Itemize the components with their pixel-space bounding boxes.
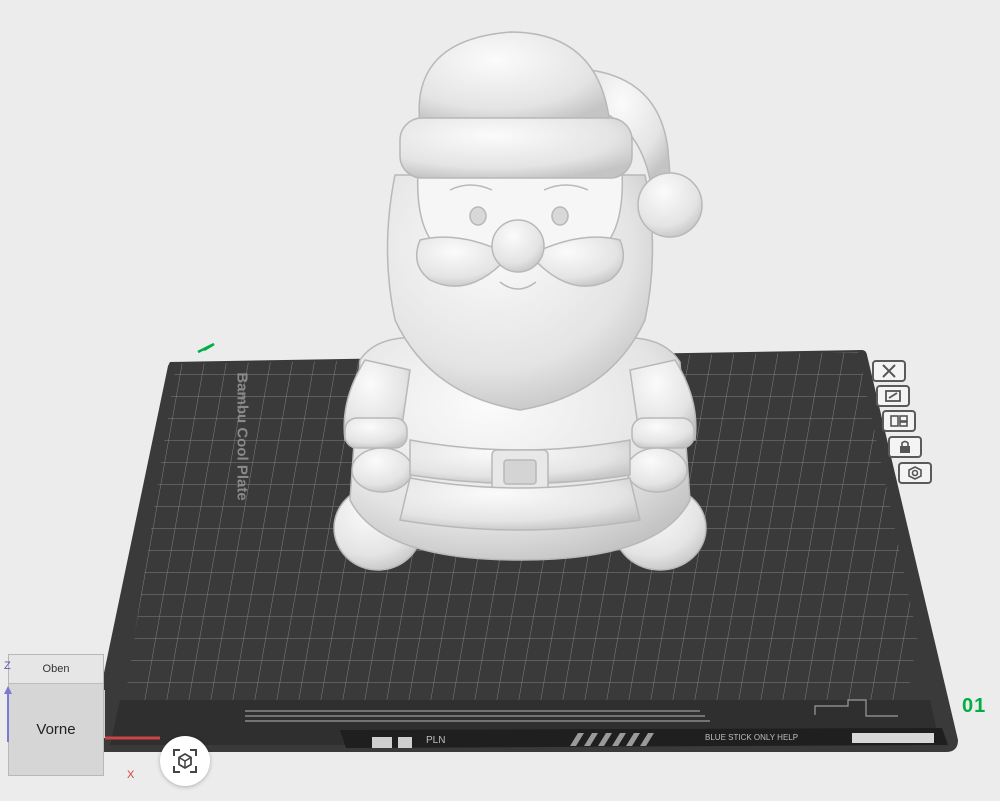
arrange-icon [890, 415, 908, 427]
plate-index: 01 [962, 695, 987, 717]
scene [89, 31, 958, 752]
plate-name-label: Bambu Cool Plate [233, 372, 251, 501]
plate-settings-button[interactable] [898, 462, 932, 484]
close-icon [882, 364, 896, 378]
fit-view-button[interactable] [160, 736, 210, 786]
plate-footer-text: PLN [426, 735, 446, 746]
settings-icon [908, 466, 922, 480]
lock-plate-button[interactable] [888, 436, 922, 458]
view-cube-top[interactable]: Oben [9, 655, 103, 684]
z-axis-arrow [4, 686, 12, 742]
delete-plate-button[interactable] [872, 360, 906, 382]
z-axis-label: Z [4, 660, 11, 672]
lock-icon [900, 440, 910, 453]
auto-orient-button[interactable] [876, 385, 910, 407]
view-cube[interactable]: Oben Vorne [8, 654, 104, 776]
arrange-button[interactable] [882, 410, 916, 432]
x-axis-label: X [127, 769, 135, 781]
santa-model[interactable] [333, 31, 707, 571]
fit-view-icon [173, 749, 197, 773]
plate-footer-info: BLUE STICK ONLY HELP [705, 733, 799, 742]
view-cube-front[interactable]: Vorne [9, 684, 103, 775]
3d-viewport[interactable]: Bambu Cool Plate 01 PLN BLUE STICK ONLY … [0, 0, 1000, 796]
auto-orient-icon [885, 390, 901, 402]
